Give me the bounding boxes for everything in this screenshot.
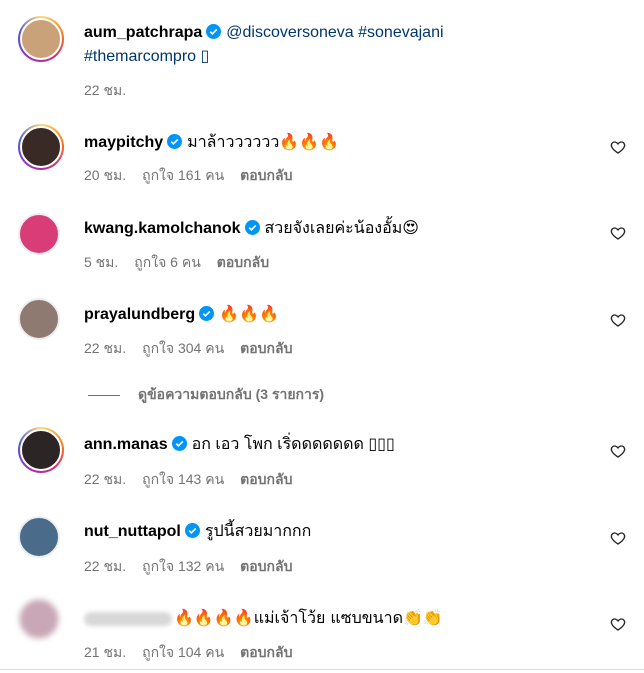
avatar[interactable] bbox=[18, 213, 60, 255]
verified-badge-icon bbox=[206, 24, 222, 39]
avatar[interactable] bbox=[18, 427, 64, 473]
reply-button[interactable]: ตอบกลับ bbox=[240, 558, 292, 574]
comment-time[interactable]: 21 ชม. bbox=[84, 644, 126, 660]
heart-outline-icon[interactable] bbox=[610, 139, 626, 155]
comment-likes[interactable]: ถูกใจ 304 คน bbox=[142, 340, 224, 356]
heart-outline-icon[interactable] bbox=[610, 530, 626, 546]
comment-text: 🔥🔥🔥 bbox=[219, 304, 279, 323]
avatar[interactable] bbox=[18, 598, 60, 640]
comment-likes[interactable]: ถูกใจ 143 คน bbox=[142, 471, 224, 487]
heart-outline-icon[interactable] bbox=[610, 312, 626, 328]
verified-badge-icon bbox=[244, 220, 260, 235]
comment-text: รูปนี้สวยมากกก bbox=[204, 523, 312, 540]
divider bbox=[0, 669, 644, 670]
divider bbox=[88, 394, 120, 396]
comment-time[interactable]: 5 ชม. bbox=[84, 254, 118, 270]
comment-text: 🔥🔥🔥🔥แม่เจ้าโว้ย แซบขนาด👏👏 bbox=[174, 608, 443, 627]
reply-button[interactable]: ตอบกลับ bbox=[240, 644, 292, 660]
reply-button[interactable]: ตอบกลับ bbox=[240, 471, 292, 487]
blurred-username[interactable] bbox=[84, 611, 172, 626]
comment-text: อก เอว โพก เริ่ดดดดดดด ▯▯▯ bbox=[191, 436, 395, 453]
view-replies-button[interactable]: ดูข้อความตอบกลับ (3 รายการ) bbox=[88, 384, 324, 406]
avatar[interactable] bbox=[18, 298, 60, 340]
comment-likes[interactable]: ถูกใจ 104 คน bbox=[142, 644, 224, 660]
comment-username[interactable]: maypitchy bbox=[84, 134, 163, 151]
comment-likes[interactable]: ถูกใจ 6 คน bbox=[134, 254, 201, 270]
comment-text: มาล้าวววววว🔥🔥🔥 bbox=[187, 132, 340, 151]
comment-time[interactable]: 22 ชม. bbox=[84, 340, 126, 356]
caption-text-line2[interactable]: #themarcompro ▯ bbox=[84, 48, 209, 65]
verified-badge-icon bbox=[184, 523, 200, 538]
verified-badge-icon bbox=[167, 134, 183, 149]
heart-outline-icon[interactable] bbox=[610, 443, 626, 459]
verified-badge-icon bbox=[171, 436, 187, 451]
view-replies-label: ดูข้อความตอบกลับ (3 รายการ) bbox=[138, 386, 325, 402]
comment-likes[interactable]: ถูกใจ 161 คน bbox=[142, 167, 224, 183]
reply-button[interactable]: ตอบกลับ bbox=[217, 254, 269, 270]
heart-outline-icon[interactable] bbox=[610, 225, 626, 241]
caption-time[interactable]: 22 ชม. bbox=[84, 82, 126, 98]
comment-username[interactable]: kwang.kamolchanok bbox=[84, 220, 241, 237]
comment-time[interactable]: 20 ชม. bbox=[84, 167, 126, 183]
reply-button[interactable]: ตอบกลับ bbox=[240, 340, 292, 356]
comment-time[interactable]: 22 ชม. bbox=[84, 558, 126, 574]
verified-badge-icon bbox=[199, 306, 215, 321]
comment-username[interactable]: ann.manas bbox=[84, 436, 168, 453]
comment-likes[interactable]: ถูกใจ 132 คน bbox=[142, 558, 224, 574]
caption-text-line1[interactable]: @discoversoneva #sonevajani bbox=[226, 24, 443, 41]
comment-time[interactable]: 22 ชม. bbox=[84, 471, 126, 487]
avatar[interactable] bbox=[18, 16, 64, 62]
reply-button[interactable]: ตอบกลับ bbox=[240, 167, 292, 183]
comment-text: สวยจังเลยค่ะน้องอั้ม😍 bbox=[264, 218, 419, 237]
comment-username[interactable]: prayalundberg bbox=[84, 306, 195, 323]
heart-outline-icon[interactable] bbox=[610, 616, 626, 632]
avatar[interactable] bbox=[18, 516, 60, 558]
comment-username[interactable]: nut_nuttapol bbox=[84, 523, 181, 540]
avatar[interactable] bbox=[18, 124, 64, 170]
caption-username[interactable]: aum_patchrapa bbox=[84, 24, 202, 41]
